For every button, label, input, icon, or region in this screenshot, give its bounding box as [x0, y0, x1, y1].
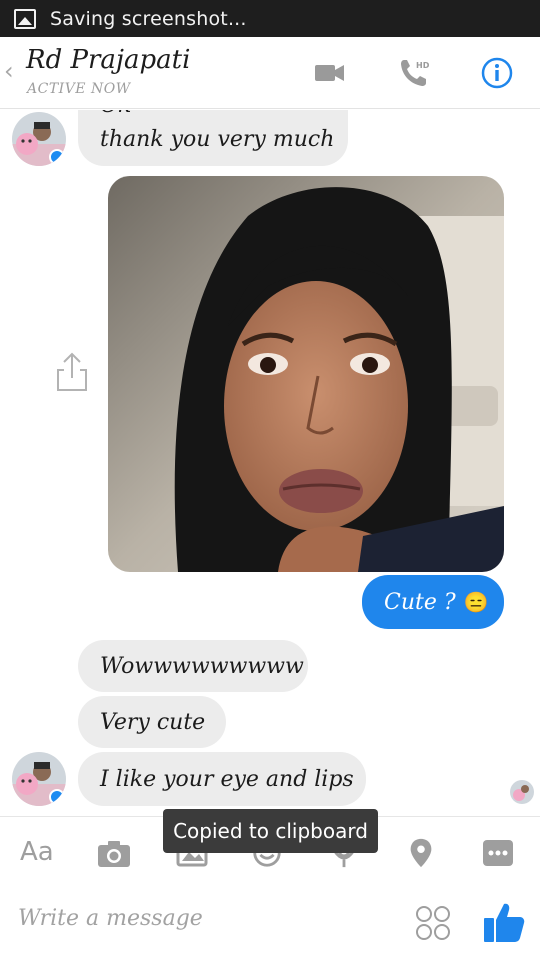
message-bubble[interactable]: I like your eye and lips	[78, 752, 366, 806]
compose-bar: Write a message	[0, 888, 540, 960]
location-icon[interactable]	[408, 837, 434, 869]
message-input[interactable]: Write a message	[18, 906, 203, 931]
share-button[interactable]	[52, 350, 92, 394]
message-bubble[interactable]: Ok thank you very much	[78, 110, 348, 166]
my-message-bubble[interactable]: Cute ? 😑	[362, 575, 504, 629]
message-bubble[interactable]: Very cute	[78, 696, 226, 748]
contact-name[interactable]: Rd Prajapati	[26, 45, 190, 75]
more-icon[interactable]	[482, 837, 514, 869]
back-button[interactable]: ‹	[4, 59, 14, 83]
message-text: Very cute	[100, 709, 206, 735]
shared-photo[interactable]	[108, 176, 504, 572]
expressionless-emoji-icon: 😑	[463, 590, 489, 614]
message-bubble[interactable]: Wowwwwwwwww	[78, 640, 308, 692]
avatar[interactable]	[12, 752, 66, 806]
read-receipt-avatar	[510, 780, 534, 804]
video-call-button[interactable]	[313, 57, 347, 89]
copied-toast: Copied to clipboard	[163, 809, 378, 853]
avatar[interactable]	[12, 112, 66, 166]
status-bar: Saving screenshot...	[0, 0, 540, 37]
messenger-badge-icon	[49, 149, 65, 165]
hd-label: HD	[416, 61, 430, 70]
hd-call-button[interactable]: HD	[398, 57, 432, 89]
emoji-icon[interactable]	[414, 904, 452, 942]
status-text: Saving screenshot...	[50, 7, 247, 30]
video-camera-icon	[315, 65, 344, 81]
message-text: thank you very much	[100, 127, 335, 152]
info-icon	[481, 57, 513, 89]
message-list[interactable]: Ok thank you very much	[0, 110, 540, 816]
share-icon	[57, 352, 87, 391]
info-button[interactable]	[480, 56, 514, 89]
messenger-badge-icon	[49, 789, 65, 805]
text-format-button[interactable]: Aa	[20, 837, 54, 869]
conversation-header: ‹ Rd Prajapati ACTIVE NOW HD	[0, 37, 540, 109]
active-status: ACTIVE NOW	[27, 81, 131, 97]
photo-image	[108, 176, 504, 572]
message-text: Cute ?	[384, 589, 456, 615]
message-text: Ok	[100, 110, 131, 120]
like-icon[interactable]	[482, 900, 526, 944]
message-text: Wowwwwwwwww	[100, 653, 304, 679]
screen: Saving screenshot... ‹ Rd Prajapati ACTI…	[0, 0, 540, 960]
phone-hd-icon: HD	[401, 60, 430, 86]
screenshot-icon	[14, 8, 36, 29]
message-text: I like your eye and lips	[100, 766, 354, 792]
camera-icon[interactable]	[96, 837, 132, 869]
